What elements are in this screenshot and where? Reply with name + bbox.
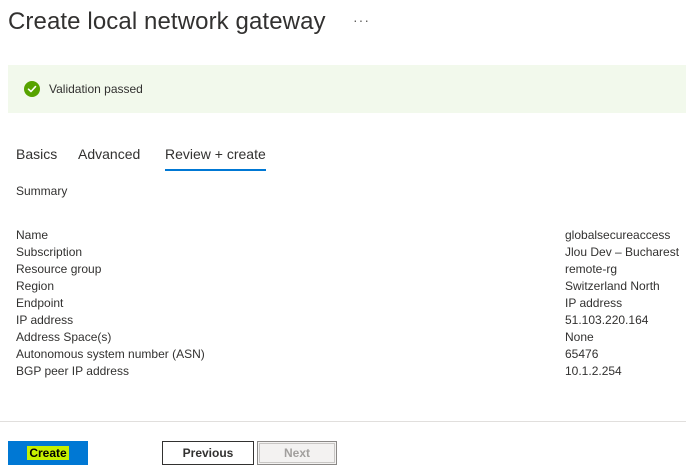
detail-row: BGP peer IP address 10.1.2.254 xyxy=(16,363,686,380)
detail-label: BGP peer IP address xyxy=(16,364,129,378)
page-title: Create local network gateway xyxy=(8,8,326,35)
detail-value: 10.1.2.254 xyxy=(565,364,622,378)
detail-value: None xyxy=(565,330,594,344)
tab-review-create[interactable]: Review + create xyxy=(165,146,266,171)
previous-button[interactable]: Previous xyxy=(162,441,254,465)
detail-label: Subscription xyxy=(16,245,83,259)
detail-value: Switzerland North xyxy=(565,279,660,293)
detail-row: Name globalsecureaccess xyxy=(16,227,686,244)
detail-label: Name xyxy=(16,228,49,242)
detail-value: IP address xyxy=(565,296,623,310)
create-button-label: Create xyxy=(27,446,69,460)
detail-value: Jlou Dev – Bucharest xyxy=(565,245,680,259)
summary-details: Name globalsecureaccess Subscription Jlo… xyxy=(16,227,686,380)
detail-label: Autonomous system number (ASN) xyxy=(16,347,205,361)
detail-row: Address Space(s) None xyxy=(16,329,686,346)
detail-label: IP address xyxy=(16,313,74,327)
detail-row: Autonomous system number (ASN) 65476 xyxy=(16,346,686,363)
detail-label: Endpoint xyxy=(16,296,64,310)
summary-heading: Summary xyxy=(16,184,68,198)
more-options-icon[interactable]: ··· xyxy=(353,12,370,28)
detail-row: Region Switzerland North xyxy=(16,278,686,295)
check-circle-icon xyxy=(24,81,40,97)
detail-value: remote-rg xyxy=(565,262,618,276)
detail-value: 51.103.220.164 xyxy=(565,313,649,327)
detail-label: Address Space(s) xyxy=(16,330,112,344)
detail-value: globalsecureaccess xyxy=(565,228,671,242)
detail-value: 65476 xyxy=(565,347,599,361)
create-button[interactable]: Create xyxy=(8,441,88,465)
footer-divider xyxy=(0,421,686,422)
validation-banner: Validation passed xyxy=(8,65,686,113)
tab-basics[interactable]: Basics xyxy=(16,146,57,162)
detail-row: Subscription Jlou Dev – Bucharest xyxy=(16,244,686,261)
detail-label: Region xyxy=(16,279,55,293)
detail-row: Resource group remote-rg xyxy=(16,261,686,278)
detail-label: Resource group xyxy=(16,262,102,276)
tab-advanced[interactable]: Advanced xyxy=(78,146,140,162)
next-button[interactable]: Next xyxy=(257,441,337,465)
detail-row: Endpoint IP address xyxy=(16,295,686,312)
detail-row: IP address 51.103.220.164 xyxy=(16,312,686,329)
validation-message: Validation passed xyxy=(49,82,143,96)
